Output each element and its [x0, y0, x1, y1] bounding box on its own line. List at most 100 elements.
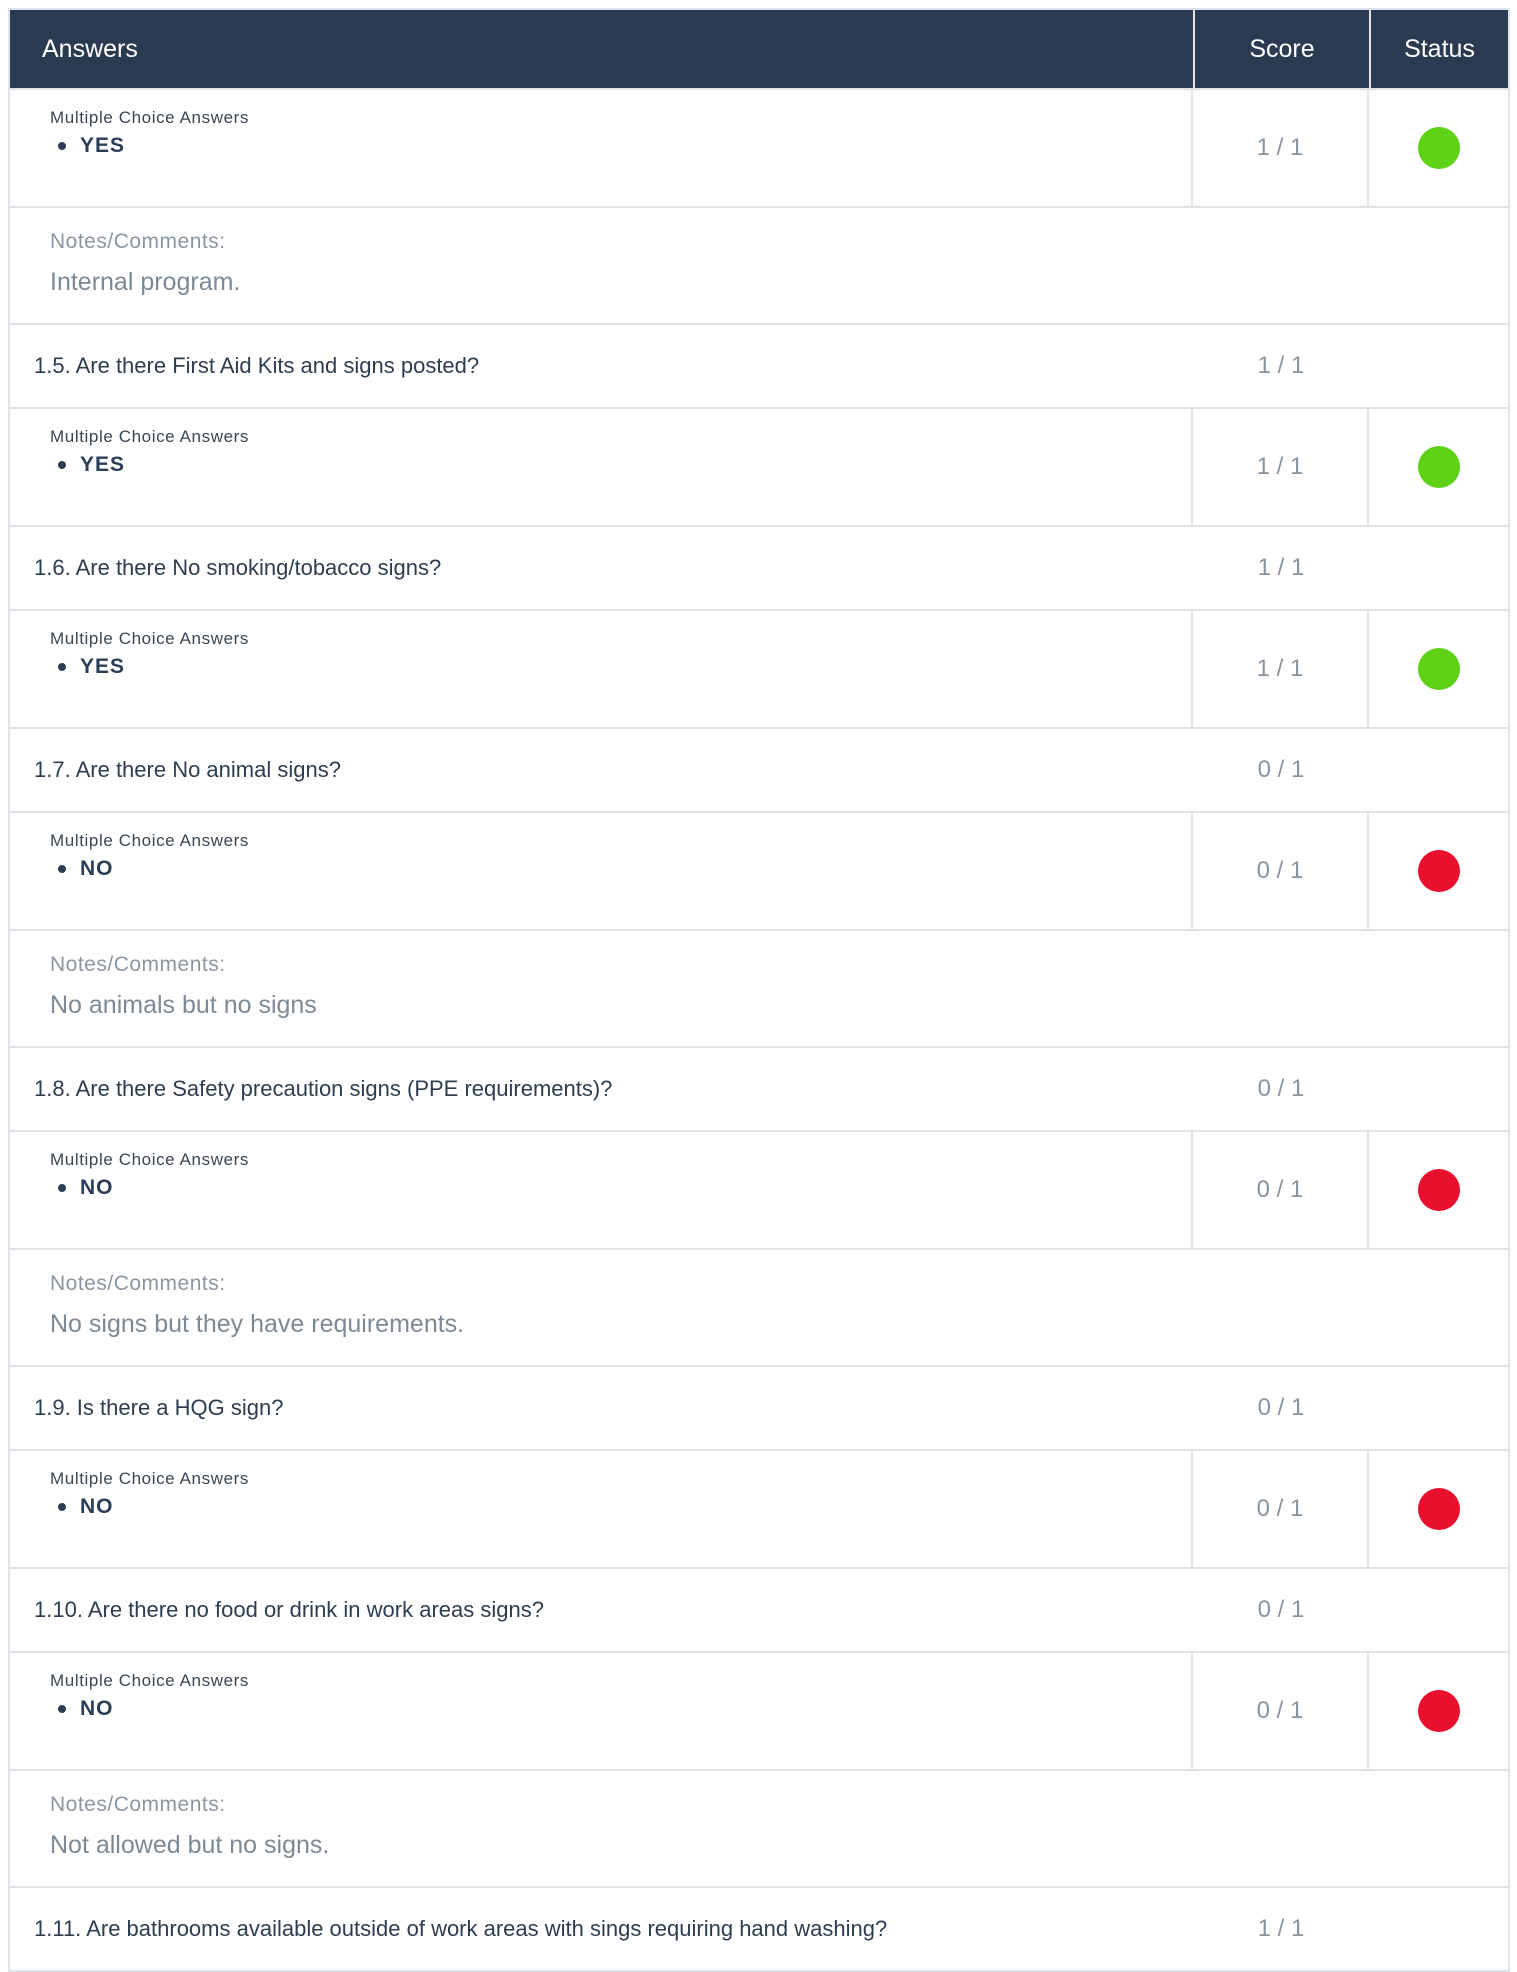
question-text: 1.10. Are there no food or drink in work…	[34, 1597, 544, 1622]
answers-table: Answers Score Status Multiple Choice Ans…	[8, 8, 1510, 1972]
bullet-icon	[58, 1503, 66, 1511]
score-cell: 0 / 1	[1193, 813, 1369, 929]
answer-cell: Multiple Choice Answers NO	[10, 1132, 1193, 1248]
notes-row: Notes/Comments: Not allowed but no signs.	[10, 1769, 1508, 1886]
answer-row: Multiple Choice Answers YES 1 / 1	[10, 88, 1508, 206]
notes-text: Not allowed but no signs.	[50, 1831, 330, 1859]
multiple-choice-label: Multiple Choice Answers	[50, 831, 249, 850]
bullet-icon	[58, 865, 66, 873]
status-column-header: Status	[1369, 10, 1508, 88]
notes-row: Notes/Comments: Internal program.	[10, 206, 1508, 323]
notes-text: Internal program.	[50, 268, 241, 296]
bullet-icon	[58, 1705, 66, 1713]
empty-status-cell	[1369, 325, 1508, 407]
multiple-choice-label: Multiple Choice Answers	[50, 1671, 249, 1690]
multiple-choice-label: Multiple Choice Answers	[50, 108, 249, 127]
empty-status-cell	[1369, 1569, 1508, 1651]
score-cell: 1 / 1	[1257, 554, 1305, 581]
status-cell	[1369, 1132, 1508, 1248]
answer-text: NO	[80, 1495, 114, 1518]
question-row: 1.5. Are there First Aid Kits and signs …	[10, 323, 1508, 407]
answer-text: NO	[80, 1176, 114, 1199]
question-text: 1.7. Are there No animal signs?	[34, 757, 341, 782]
status-dot-icon	[1417, 850, 1460, 892]
status-cell	[1369, 611, 1508, 727]
notes-row: Notes/Comments: No animals but no signs	[10, 929, 1508, 1046]
answer-row: Multiple Choice Answers YES 1 / 1	[10, 609, 1508, 727]
question-row: 1.9. Is there a HQG sign? 0 / 1	[10, 1365, 1508, 1449]
question-row: 1.6. Are there No smoking/tobacco signs?…	[10, 525, 1508, 609]
status-dot-icon	[1417, 648, 1460, 690]
answer-value: NO	[50, 1176, 1191, 1200]
score-cell: 0 / 1	[1193, 1451, 1369, 1567]
status-cell	[1369, 813, 1508, 929]
answer-value: YES	[50, 655, 1191, 679]
answer-value: NO	[50, 857, 1191, 881]
bullet-icon	[58, 142, 66, 150]
score-cell: 1 / 1	[1193, 409, 1369, 525]
question-text: 1.9. Is there a HQG sign?	[34, 1395, 284, 1420]
score-cell: 0 / 1	[1193, 1653, 1369, 1769]
answer-text: NO	[80, 1697, 114, 1720]
answer-cell: Multiple Choice Answers NO	[10, 1451, 1193, 1567]
question-row: 1.8. Are there Safety precaution signs (…	[10, 1046, 1508, 1130]
answer-text: NO	[80, 857, 114, 880]
status-cell	[1369, 1653, 1508, 1769]
status-cell	[1369, 90, 1508, 206]
answer-cell: Multiple Choice Answers NO	[10, 813, 1193, 929]
notes-label: Notes/Comments:	[50, 1793, 226, 1816]
empty-status-cell	[1369, 1048, 1508, 1130]
question-row: 1.10. Are there no food or drink in work…	[10, 1567, 1508, 1651]
answer-cell: Multiple Choice Answers YES	[10, 409, 1193, 525]
empty-status-cell	[1369, 1888, 1508, 1970]
score-cell: 0 / 1	[1257, 1596, 1305, 1623]
answer-cell: Multiple Choice Answers YES	[10, 611, 1193, 727]
question-text: 1.6. Are there No smoking/tobacco signs?	[34, 555, 442, 580]
table-body: Multiple Choice Answers YES 1 / 1 Notes/Com…	[10, 88, 1508, 1970]
bullet-icon	[58, 461, 66, 469]
score-cell: 1 / 1	[1193, 611, 1369, 727]
score-cell: 1 / 1	[1257, 352, 1305, 379]
table-header: Answers Score Status	[10, 10, 1508, 88]
status-cell	[1369, 1451, 1508, 1567]
status-dot-icon	[1417, 127, 1460, 169]
answer-cell: Multiple Choice Answers NO	[10, 1653, 1193, 1769]
answer-cell: Multiple Choice Answers YES	[10, 90, 1193, 206]
answer-row: Multiple Choice Answers NO 0 / 1	[10, 1130, 1508, 1248]
answer-text: YES	[80, 655, 126, 678]
status-dot-icon	[1417, 1169, 1460, 1211]
answer-row: Multiple Choice Answers NO 0 / 1	[10, 811, 1508, 929]
multiple-choice-label: Multiple Choice Answers	[50, 427, 249, 446]
empty-status-cell	[1369, 1367, 1508, 1449]
score-cell: 0 / 1	[1257, 1075, 1305, 1102]
empty-status-cell	[1369, 527, 1508, 609]
score-cell: 0 / 1	[1257, 756, 1305, 783]
question-row: 1.11. Are bathrooms available outside of…	[10, 1886, 1508, 1970]
notes-label: Notes/Comments:	[50, 1272, 226, 1295]
status-dot-icon	[1417, 446, 1460, 488]
answer-value: YES	[50, 134, 1191, 158]
score-cell: 1 / 1	[1257, 1915, 1305, 1942]
score-cell: 0 / 1	[1257, 1394, 1305, 1421]
notes-label: Notes/Comments:	[50, 230, 226, 253]
status-dot-icon	[1417, 1488, 1460, 1530]
question-text: 1.5. Are there First Aid Kits and signs …	[34, 353, 480, 378]
answer-value: YES	[50, 453, 1191, 477]
answer-row: Multiple Choice Answers NO 0 / 1	[10, 1651, 1508, 1769]
answer-value: NO	[50, 1697, 1191, 1721]
notes-row: Notes/Comments: No signs but they have re…	[10, 1248, 1508, 1365]
score-column-header: Score	[1193, 10, 1369, 88]
status-dot-icon	[1417, 1690, 1460, 1732]
score-cell: 1 / 1	[1193, 90, 1369, 206]
question-text: 1.8. Are there Safety precaution signs (…	[34, 1076, 613, 1101]
status-cell	[1369, 409, 1508, 525]
answer-row: Multiple Choice Answers YES 1 / 1	[10, 407, 1508, 525]
answer-text: YES	[80, 134, 126, 157]
answer-row: Multiple Choice Answers NO 0 / 1	[10, 1449, 1508, 1567]
multiple-choice-label: Multiple Choice Answers	[50, 1469, 249, 1488]
answer-value: NO	[50, 1495, 1191, 1519]
answer-text: YES	[80, 453, 126, 476]
question-row: 1.7. Are there No animal signs? 0 / 1	[10, 727, 1508, 811]
multiple-choice-label: Multiple Choice Answers	[50, 1150, 249, 1169]
bullet-icon	[58, 1184, 66, 1192]
